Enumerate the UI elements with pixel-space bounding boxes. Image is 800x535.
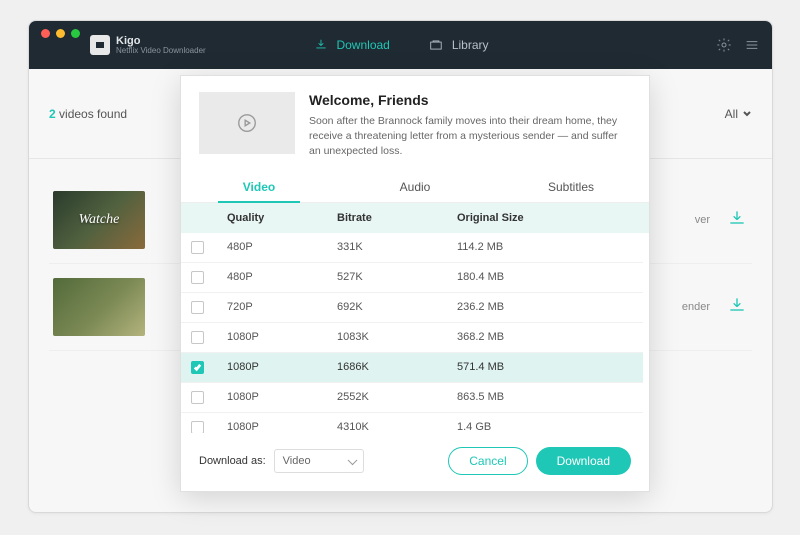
brand-logo-icon — [90, 35, 110, 55]
cell-size: 236.2 MB — [457, 301, 633, 313]
play-icon — [236, 112, 258, 134]
cell-bitrate: 2552K — [337, 391, 457, 403]
col-quality: Quality — [227, 212, 337, 224]
table-row[interactable]: 480P527K180.4 MB — [181, 263, 643, 293]
menu-icon[interactable] — [744, 37, 760, 53]
col-size: Original Size — [457, 212, 639, 224]
row-checkbox[interactable] — [191, 391, 204, 404]
cell-quality: 1080P — [227, 421, 337, 433]
result-meta: ender — [682, 301, 710, 313]
filter-value: All — [725, 107, 738, 121]
download-icon — [312, 38, 328, 52]
cell-size: 863.5 MB — [457, 391, 633, 403]
window-controls — [41, 29, 80, 38]
topbar-actions — [716, 37, 760, 53]
download-button[interactable]: Download — [536, 447, 631, 475]
table-row[interactable]: 1080P1686K571.4 MB — [181, 353, 643, 383]
minimize-window-button[interactable] — [56, 29, 65, 38]
table-row[interactable]: 1080P1083K368.2 MB — [181, 323, 643, 353]
result-thumbnail[interactable] — [53, 278, 145, 336]
nav-library[interactable]: Library — [428, 38, 489, 52]
chevron-down-icon — [742, 109, 752, 119]
library-icon — [428, 38, 444, 52]
cell-size: 1.4 GB — [457, 421, 633, 433]
cell-quality: 480P — [227, 271, 337, 283]
table-body[interactable]: 480P331K114.2 MB480P527K180.4 MB720P692K… — [181, 233, 649, 433]
download-row-button[interactable] — [726, 295, 748, 320]
cell-bitrate: 1686K — [337, 361, 457, 373]
cell-size: 180.4 MB — [457, 271, 633, 283]
dialog-footer: Download as: Video Cancel Download — [181, 433, 649, 491]
zoom-window-button[interactable] — [71, 29, 80, 38]
table-row[interactable]: 480P331K114.2 MB — [181, 233, 643, 263]
dialog-tabs: Video Audio Subtitles — [181, 170, 649, 203]
table-row[interactable]: 1080P2552K863.5 MB — [181, 383, 643, 413]
dialog-description: Soon after the Brannock family moves int… — [309, 114, 631, 160]
gear-icon[interactable] — [716, 37, 732, 53]
cell-size: 114.2 MB — [457, 241, 633, 253]
brand-name: Kigo — [116, 35, 206, 47]
cell-quality: 1080P — [227, 331, 337, 343]
download-row-button[interactable] — [726, 208, 748, 233]
row-checkbox[interactable] — [191, 301, 204, 314]
filter-dropdown[interactable]: All — [725, 107, 752, 121]
tab-subtitles[interactable]: Subtitles — [493, 170, 649, 202]
dialog-title: Welcome, Friends — [309, 92, 631, 108]
results-count-label: videos found — [59, 107, 127, 121]
row-checkbox[interactable] — [191, 271, 204, 284]
cell-bitrate: 331K — [337, 241, 457, 253]
nav-download-label: Download — [336, 38, 389, 52]
cell-bitrate: 692K — [337, 301, 457, 313]
nav-library-label: Library — [452, 38, 489, 52]
dialog-header: Welcome, Friends Soon after the Brannock… — [181, 76, 649, 170]
row-checkbox[interactable] — [191, 421, 204, 433]
row-checkbox[interactable] — [191, 331, 204, 344]
table-row[interactable]: 720P692K236.2 MB — [181, 293, 643, 323]
result-thumbnail[interactable]: Watche — [53, 191, 145, 249]
cell-quality: 480P — [227, 241, 337, 253]
close-window-button[interactable] — [41, 29, 50, 38]
main-nav: Download Library — [312, 38, 488, 52]
cancel-button[interactable]: Cancel — [448, 447, 527, 475]
tab-audio[interactable]: Audio — [337, 170, 493, 202]
cell-quality: 1080P — [227, 361, 337, 373]
tab-video[interactable]: Video — [181, 170, 337, 202]
results-count-number: 2 — [49, 107, 56, 121]
cell-quality: 1080P — [227, 391, 337, 403]
brand: Kigo Netflix Video Downloader — [90, 35, 206, 56]
table-row[interactable]: 1080P4310K1.4 GB — [181, 413, 643, 433]
cell-bitrate: 527K — [337, 271, 457, 283]
results-count: 2 videos found — [49, 107, 127, 121]
download-options-dialog: Welcome, Friends Soon after the Brannock… — [180, 75, 650, 492]
col-bitrate: Bitrate — [337, 212, 457, 224]
table-header: Quality Bitrate Original Size — [181, 203, 649, 233]
quality-table: Quality Bitrate Original Size 480P331K11… — [181, 203, 649, 433]
row-checkbox[interactable] — [191, 241, 204, 254]
cell-quality: 720P — [227, 301, 337, 313]
row-checkbox[interactable] — [191, 361, 204, 374]
download-as-value: Video — [283, 455, 311, 467]
result-meta: ver — [695, 214, 710, 226]
nav-download[interactable]: Download — [312, 38, 389, 52]
cell-size: 571.4 MB — [457, 361, 633, 373]
brand-subtitle: Netflix Video Downloader — [116, 47, 206, 56]
titlebar: Kigo Netflix Video Downloader Download L… — [29, 21, 772, 69]
cell-size: 368.2 MB — [457, 331, 633, 343]
dialog-thumbnail — [199, 92, 295, 154]
download-as-label: Download as: — [199, 455, 266, 467]
cell-bitrate: 1083K — [337, 331, 457, 343]
download-as-select[interactable]: Video — [274, 449, 364, 473]
cell-bitrate: 4310K — [337, 421, 457, 433]
